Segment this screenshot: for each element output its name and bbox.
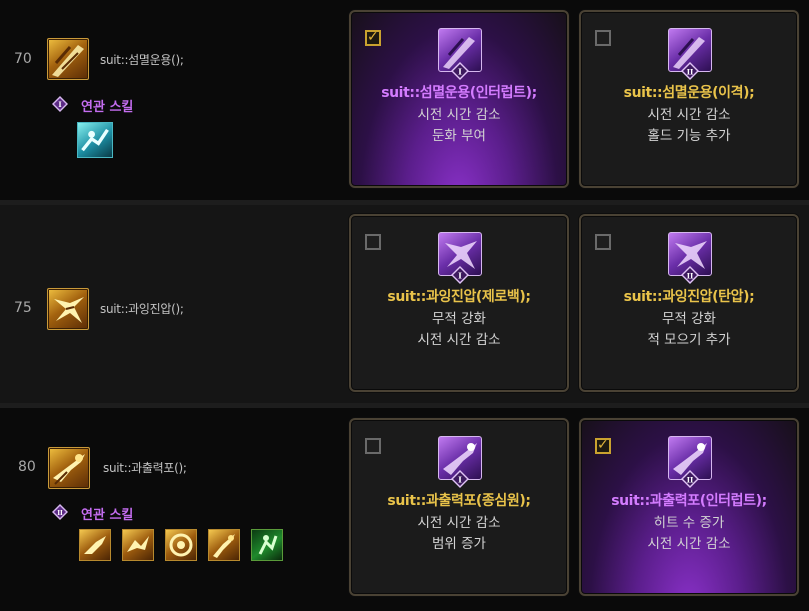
- skill-icon-overload-cannon[interactable]: [48, 447, 90, 489]
- skill-name: suit::과잉진압();: [100, 302, 184, 316]
- related-skill-icon[interactable]: [251, 529, 283, 561]
- option-title: suit::과출력포(종심원);: [387, 493, 531, 509]
- option-checkbox[interactable]: [595, 234, 611, 250]
- option-effect: 시전 시간 감소: [417, 107, 501, 123]
- check-icon: ✓: [597, 437, 609, 453]
- skill-row-75: 75 suit::과잉진압(); I suit::과잉진압(제로백); 무적 강…: [0, 205, 809, 403]
- option-card-80-i[interactable]: I suit::과출력포(종심원); 시전 시간 감소 범위 증가: [349, 418, 569, 596]
- skill-level: 70: [14, 51, 32, 67]
- tier-i-badge-icon: I: [52, 96, 68, 112]
- option-card-75-i[interactable]: I suit::과잉진압(제로백); 무적 강화 시전 시간 감소: [349, 214, 569, 392]
- check-icon: ✓: [367, 29, 379, 45]
- skill-icon-annihilation[interactable]: [47, 38, 89, 80]
- option-card-80-ii[interactable]: ✓ II suit::과출력포(인터럽트); 히트 수 증가 시전 시간 감소: [579, 418, 799, 596]
- svg-text:II: II: [687, 68, 694, 77]
- related-skills-label: 연관 스킬: [81, 508, 134, 523]
- skill-row-80: 80 suit::과출력포(); II 연관 스킬 I suit::과출력포(종…: [0, 408, 809, 611]
- option-effect: 적 모으기 추가: [647, 332, 731, 348]
- skill-name: suit::섬멸운용();: [100, 53, 184, 67]
- option-checkbox[interactable]: [365, 438, 381, 454]
- svg-text:II: II: [57, 510, 63, 517]
- skill-icon-suppression[interactable]: [47, 288, 89, 330]
- skill-level: 80: [18, 459, 36, 475]
- option-checkbox[interactable]: ✓: [365, 29, 381, 46]
- option-checkbox[interactable]: [365, 234, 381, 250]
- tier-i-badge-icon: I: [451, 62, 469, 80]
- skill-level: 75: [14, 300, 32, 316]
- skill-info-80: 80 suit::과출력포(); II 연관 스킬: [0, 408, 345, 611]
- svg-text:II: II: [687, 476, 694, 485]
- related-skill-icon[interactable]: [208, 529, 240, 561]
- option-card-75-ii[interactable]: II suit::과잉진압(탄압); 무적 강화 적 모으기 추가: [579, 214, 799, 392]
- svg-text:II: II: [687, 272, 694, 281]
- option-effect: 무적 강화: [662, 311, 716, 327]
- option-title: suit::섬멸운용(인터럽트);: [381, 85, 537, 101]
- option-effect: 히트 수 증가: [653, 515, 725, 531]
- tier-ii-badge-icon: II: [681, 470, 699, 488]
- related-skill-icon[interactable]: [79, 529, 111, 561]
- option-title: suit::과출력포(인터럽트);: [611, 493, 767, 509]
- option-title: suit::과잉진압(탄압);: [623, 289, 755, 305]
- skill-info-75: 75 suit::과잉진압();: [0, 205, 345, 403]
- option-effect: 홀드 기능 추가: [647, 128, 731, 144]
- option-card-70-ii[interactable]: II suit::섬멸운용(이격); 시전 시간 감소 홀드 기능 추가: [579, 10, 799, 188]
- option-card-70-i[interactable]: ✓ I suit::섬멸운용(인터럽트); 시전 시간 감소 둔화 부여: [349, 10, 569, 188]
- svg-text:I: I: [458, 67, 462, 77]
- related-skill-icon[interactable]: [77, 122, 113, 158]
- tier-i-badge-icon: I: [451, 470, 469, 488]
- svg-text:I: I: [458, 271, 462, 281]
- option-title: suit::과잉진압(제로백);: [387, 289, 531, 305]
- option-effect: 무적 강화: [432, 311, 486, 327]
- option-checkbox[interactable]: [595, 30, 611, 46]
- option-checkbox[interactable]: ✓: [595, 437, 611, 454]
- svg-text:I: I: [458, 475, 462, 485]
- option-effect: 시전 시간 감소: [417, 332, 501, 348]
- option-effect: 범위 증가: [432, 536, 486, 552]
- related-skills-label: 연관 스킬: [81, 100, 134, 115]
- related-skill-icon[interactable]: [165, 529, 197, 561]
- option-title: suit::섬멸운용(이격);: [623, 85, 755, 101]
- tier-ii-badge-icon: II: [681, 266, 699, 284]
- tier-ii-badge-icon: II: [52, 504, 68, 520]
- tier-i-badge-icon: I: [451, 266, 469, 284]
- option-effect: 시전 시간 감소: [647, 107, 731, 123]
- option-effect: 시전 시간 감소: [417, 515, 501, 531]
- tier-ii-badge-icon: II: [681, 62, 699, 80]
- option-effect: 둔화 부여: [432, 128, 486, 144]
- skill-info-70: 70 suit::섬멸운용(); I 연관 스킬: [0, 0, 345, 200]
- option-effect: 시전 시간 감소: [647, 536, 731, 552]
- related-skill-icon[interactable]: [122, 529, 154, 561]
- skill-row-70: 70 suit::섬멸운용(); I 연관 스킬 ✓ I suit::섬멸운용(…: [0, 0, 809, 200]
- svg-text:I: I: [58, 100, 61, 109]
- skill-name: suit::과출력포();: [103, 461, 187, 475]
